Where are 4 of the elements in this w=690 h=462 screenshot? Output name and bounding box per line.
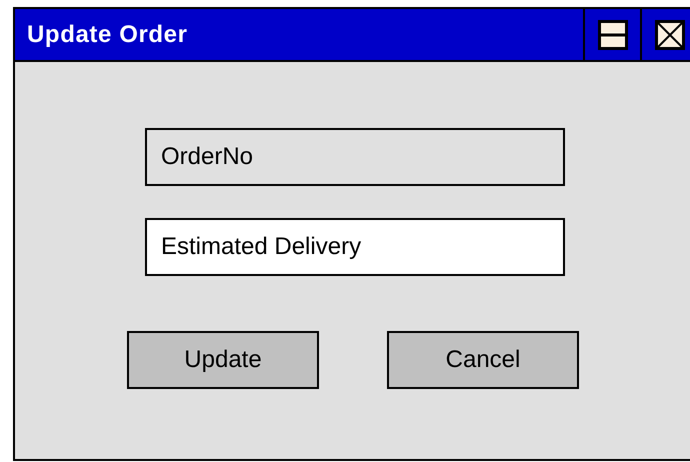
input-field[interactable]: Estimated Delivery bbox=[145, 218, 565, 276]
action-button[interactable]: Cancel bbox=[387, 331, 579, 389]
action-button[interactable]: Update bbox=[127, 331, 319, 389]
window-title: Update Order bbox=[27, 20, 189, 50]
